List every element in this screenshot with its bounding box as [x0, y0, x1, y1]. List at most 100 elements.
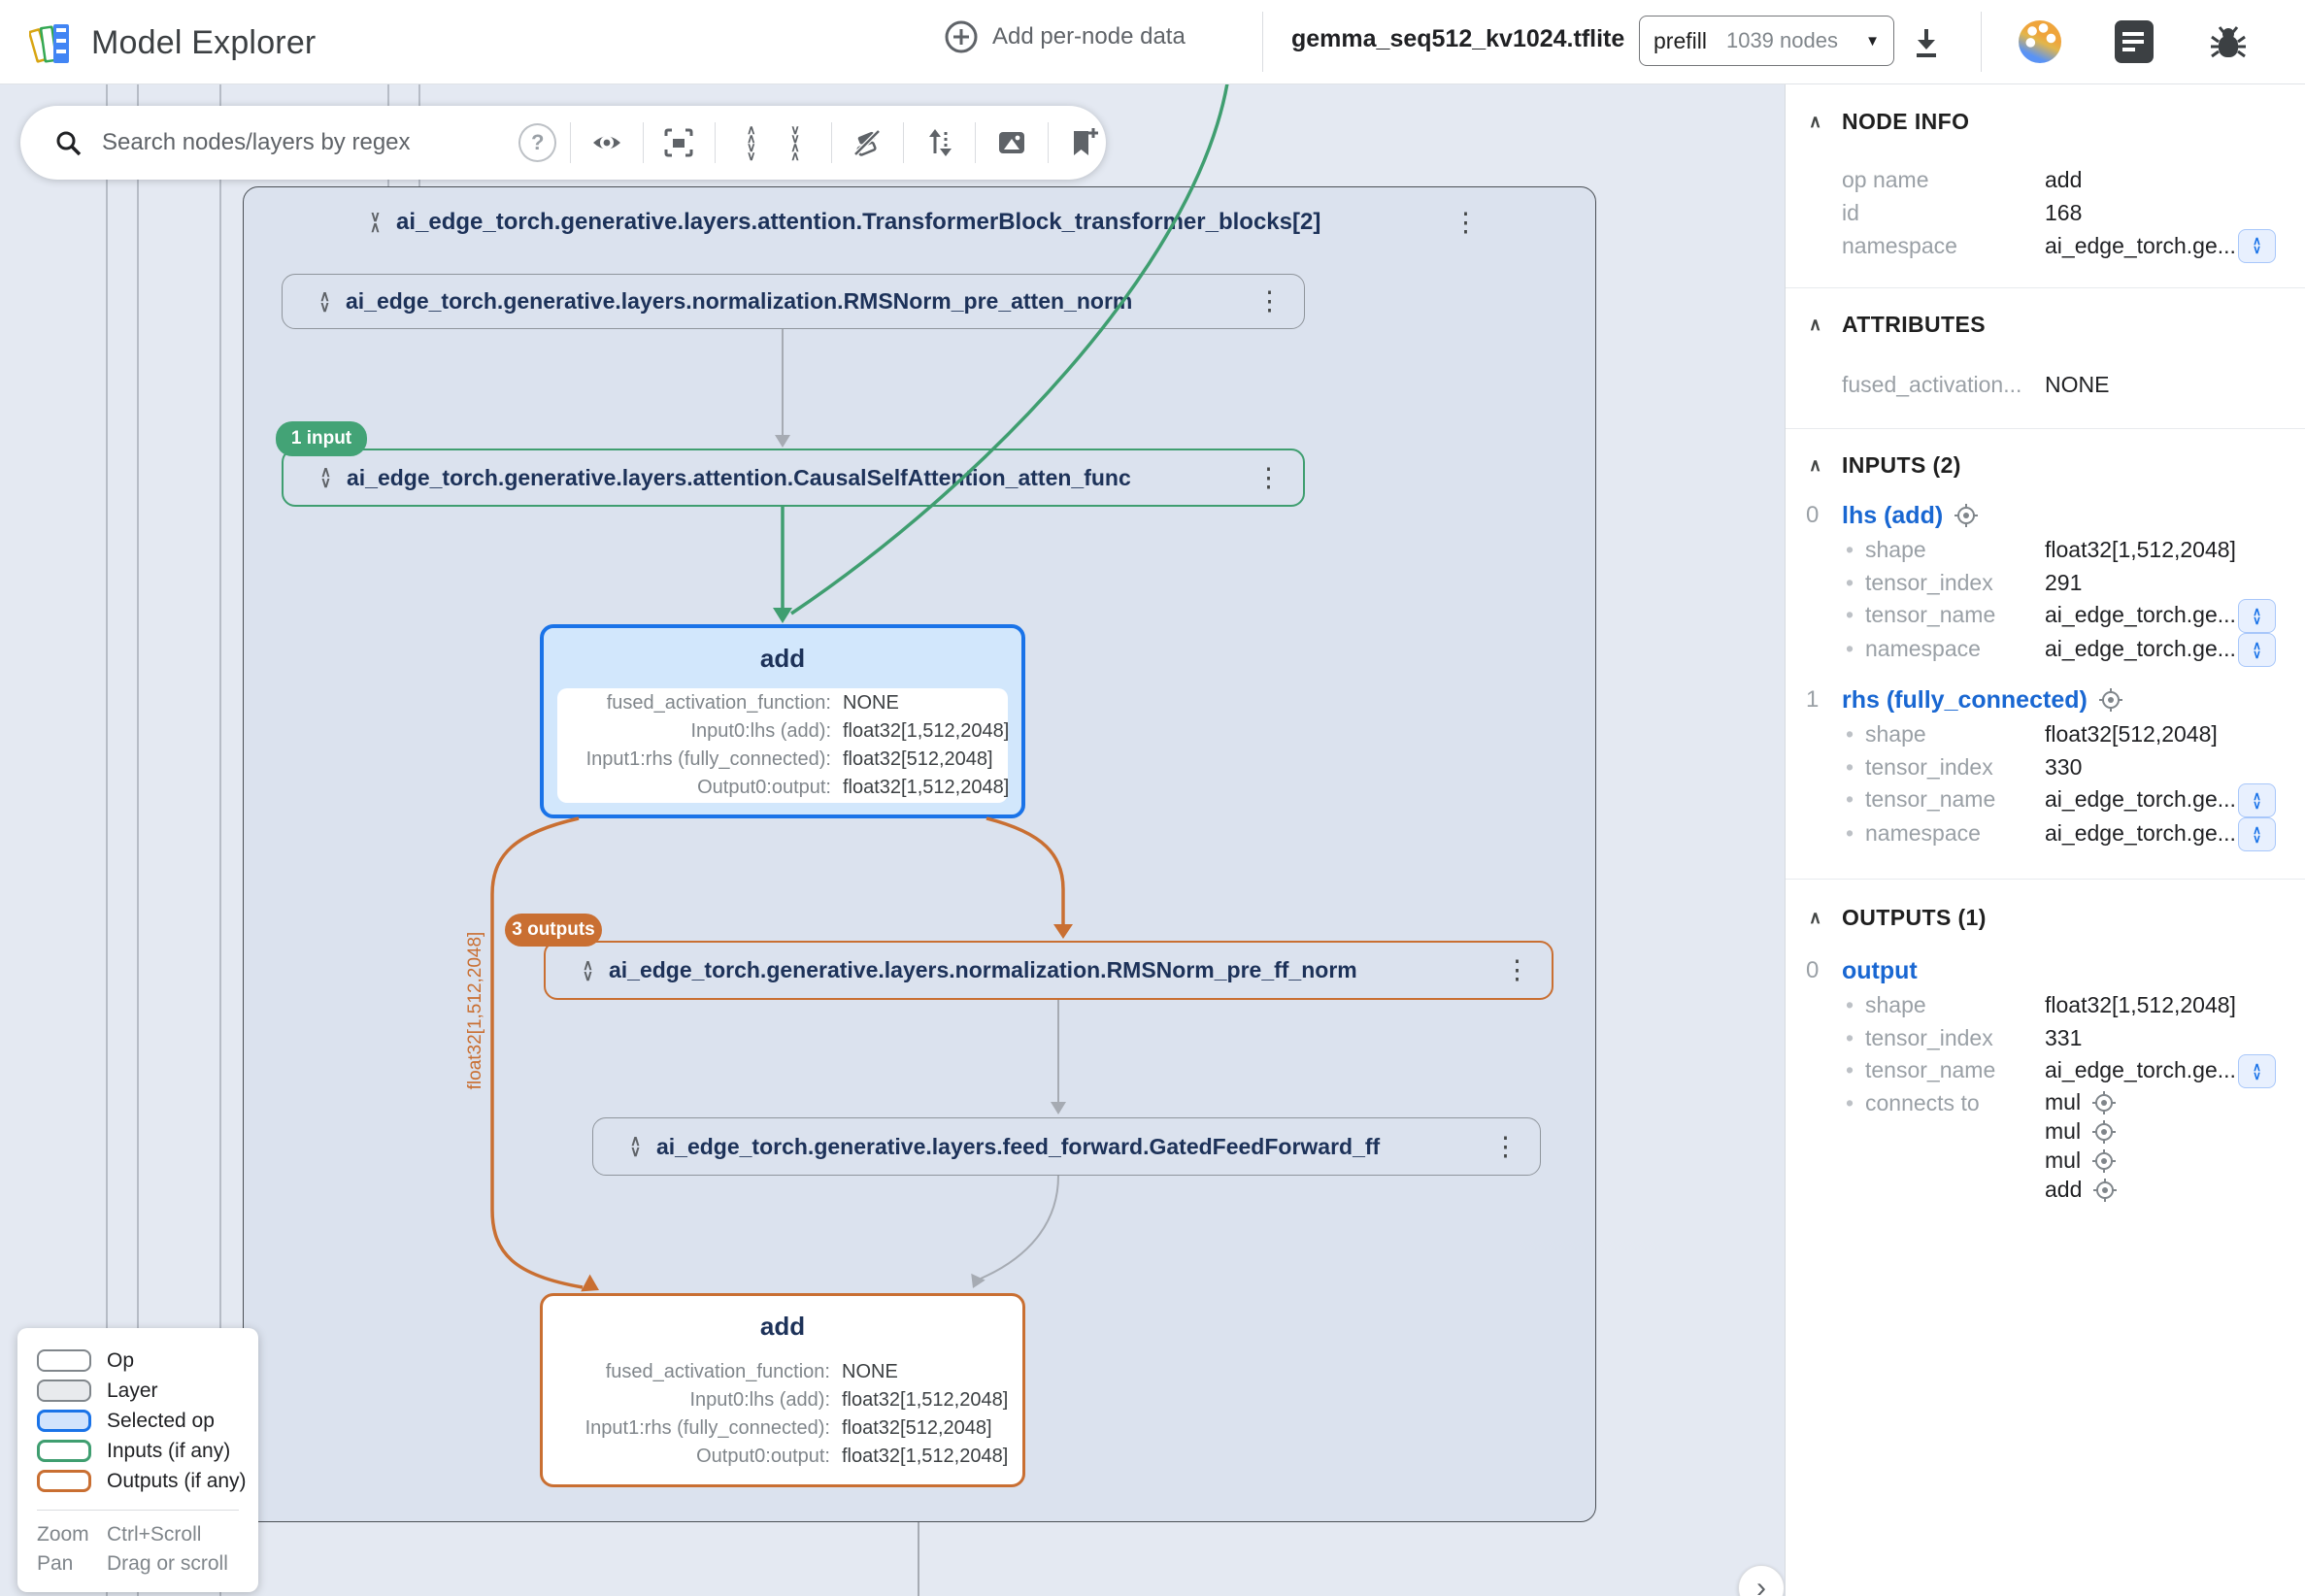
- expand-panel-button[interactable]: ›: [1738, 1565, 1785, 1596]
- toolbar-separator: [1048, 122, 1049, 163]
- prop-label: shape: [1865, 989, 2045, 1022]
- input-name-link[interactable]: rhs (fully_connected): [1842, 686, 2088, 715]
- node-info-header: ∧ NODE INFO: [1786, 104, 2305, 139]
- expand-node-icon[interactable]: ∧∨: [319, 291, 330, 313]
- collapse-section-icon[interactable]: ∧: [1809, 455, 1821, 476]
- attr-label: Input1:rhs (fully_connected):: [556, 1418, 830, 1439]
- expand-value-button[interactable]: ∧∨: [2238, 633, 2276, 667]
- input-item-head: 0 lhs (add): [1786, 497, 2305, 534]
- collapse-section-icon[interactable]: ∧: [1809, 908, 1821, 928]
- locate-node-icon[interactable]: [2099, 688, 2122, 712]
- locate-node-icon[interactable]: [2092, 1149, 2116, 1173]
- output-item-head: 0 output: [1786, 952, 2305, 989]
- collapse-layer-icon[interactable]: ∨∧: [370, 212, 381, 233]
- add-per-node-data-button[interactable]: Add per-node data: [944, 19, 1186, 54]
- inputs-header: ∧ INPUTS (2): [1786, 448, 2305, 482]
- app-title: Model Explorer: [91, 24, 316, 62]
- edge-tensor-label: float32[1,512,2048]: [465, 865, 490, 1156]
- input-name-link[interactable]: lhs (add): [1842, 502, 1943, 530]
- collapse-section-icon[interactable]: ∧: [1809, 315, 1821, 335]
- search-input[interactable]: [100, 128, 444, 157]
- fit-to-screen-button[interactable]: [657, 120, 701, 165]
- node-menu-icon[interactable]: ⋮: [1504, 957, 1530, 983]
- report-bug-button[interactable]: [2206, 19, 2251, 64]
- bookmark-add-button[interactable]: [1062, 120, 1106, 165]
- node-gated-feed-forward[interactable]: ∧∨ ai_edge_torch.generative.layers.feed_…: [592, 1117, 1541, 1176]
- connects-to-target[interactable]: add: [2045, 1174, 2082, 1207]
- node-causal-self-attention[interactable]: ∧∨ ai_edge_torch.generative.layers.atten…: [282, 449, 1305, 507]
- collapse-all-icon: ∨∨∧∧: [790, 125, 800, 160]
- prop-label: tensor_name: [1865, 1054, 2045, 1087]
- docs-button[interactable]: [2115, 20, 2154, 63]
- layer-menu-icon[interactable]: ⋮: [1453, 210, 1479, 236]
- expand-all-layers-button[interactable]: ∧∧∨∨: [729, 120, 773, 165]
- info-row: fused_activation... NONE: [1786, 368, 2305, 401]
- collapse-section-icon[interactable]: ∧: [1809, 112, 1821, 132]
- prop-row: • tensor_name ai_edge_torch.ge... ∧∨: [1786, 783, 2305, 817]
- prop-value: ai_edge_torch.ge...: [2045, 599, 2236, 632]
- info-value: 168: [2045, 200, 2082, 226]
- prop-value: 291: [2045, 567, 2082, 600]
- output-item: 0 output • shape float32[1,512,2048] • t…: [1786, 952, 2305, 1205]
- expand-value-button[interactable]: ∧∨: [2238, 1054, 2276, 1088]
- prop-row: • shape float32[512,2048]: [1786, 718, 2305, 751]
- node-add-output[interactable]: add fused_activation_function: NONE Inpu…: [540, 1293, 1025, 1487]
- top-bar: Model Explorer Add per-node data gemma_s…: [0, 0, 2305, 84]
- toolbar-separator: [570, 122, 571, 163]
- search-zone: [20, 128, 518, 157]
- connects-to-target[interactable]: mul: [2045, 1145, 2081, 1178]
- connects-to-entry: mul: [2045, 1147, 2117, 1176]
- input-count-badge: 1 input: [276, 421, 367, 456]
- collapse-all-layers-button[interactable]: ∨∨∧∧: [773, 120, 817, 165]
- node-menu-icon[interactable]: ⋮: [1256, 288, 1283, 315]
- vertical-spacing-button[interactable]: [918, 120, 961, 165]
- prop-label: tensor_name: [1865, 599, 2045, 632]
- expand-value-button[interactable]: ∧∨: [2238, 599, 2276, 633]
- legend-label: Layer: [107, 1380, 158, 1403]
- snapshot-button[interactable]: [989, 120, 1033, 165]
- prop-value: ai_edge_torch.ge...: [2045, 783, 2236, 816]
- prop-label: tensor_index: [1865, 1022, 2045, 1055]
- prop-value: ai_edge_torch.ge...: [2045, 817, 2236, 850]
- visibility-button[interactable]: [585, 120, 628, 165]
- expand-value-button[interactable]: ∧∨: [2238, 783, 2276, 817]
- toolbar-separator: [903, 122, 904, 163]
- node-menu-icon[interactable]: ⋮: [1492, 1134, 1519, 1160]
- attr-label: Output0:output:: [556, 1446, 830, 1467]
- node-menu-icon[interactable]: ⋮: [1255, 465, 1282, 491]
- connects-to-target[interactable]: mul: [2045, 1086, 2081, 1119]
- flatten-layers-button[interactable]: [846, 120, 889, 165]
- eye-icon: [590, 126, 623, 159]
- outputs-count-badge: 3 outputs: [505, 914, 602, 947]
- attr-value: float32[512,2048]: [843, 749, 993, 770]
- shortcut-action: Pan: [37, 1552, 107, 1576]
- output-name-link[interactable]: output: [1842, 957, 1918, 985]
- expand-value-button[interactable]: ∧∨: [2238, 817, 2276, 851]
- expand-node-icon[interactable]: ∧∨: [630, 1136, 641, 1157]
- model-file-name: gemma_seq512_kv1024.tflite: [1291, 25, 1624, 53]
- expand-node-icon[interactable]: ∧∨: [320, 467, 331, 488]
- node-rmsnorm-pre-ff[interactable]: ∧∨ ai_edge_torch.generative.layers.norma…: [544, 941, 1553, 1000]
- input-item-head: 1 rhs (fully_connected): [1786, 682, 2305, 718]
- locate-node-icon[interactable]: [2093, 1179, 2117, 1202]
- locate-node-icon[interactable]: [1954, 504, 1978, 527]
- graph-canvas[interactable]: ∨∧ ai_edge_torch.generative.layers.atten…: [0, 83, 1785, 1596]
- shortcut-action: Zoom: [37, 1523, 107, 1546]
- locate-node-icon[interactable]: [2092, 1091, 2116, 1114]
- graph-selector-dropdown[interactable]: prefill 1039 nodes ▼: [1639, 16, 1894, 66]
- node-add-selected[interactable]: add fused_activation_function: NONE Inpu…: [540, 624, 1025, 818]
- download-button[interactable]: [1907, 23, 1946, 62]
- help-icon[interactable]: ?: [518, 123, 556, 162]
- locate-node-icon[interactable]: [2092, 1120, 2116, 1144]
- expand-node-icon[interactable]: ∧∨: [583, 960, 593, 981]
- info-row: namespace ai_edge_torch.ge... ∧∨: [1786, 229, 2305, 262]
- theme-palette-button[interactable]: [2019, 20, 2061, 63]
- expand-value-button[interactable]: ∧∨: [2238, 229, 2276, 263]
- op-attr-row: Input1:rhs (fully_connected): float32[51…: [556, 1418, 1009, 1439]
- info-row: id 168: [1786, 196, 2305, 229]
- connects-to-target[interactable]: mul: [2045, 1115, 2081, 1148]
- prop-value: 331: [2045, 1022, 2082, 1055]
- node-rmsnorm-pre-atten[interactable]: ∧∨ ai_edge_torch.generative.layers.norma…: [282, 274, 1305, 329]
- model-explorer-logo: [29, 17, 76, 68]
- legend-divider: [37, 1510, 239, 1511]
